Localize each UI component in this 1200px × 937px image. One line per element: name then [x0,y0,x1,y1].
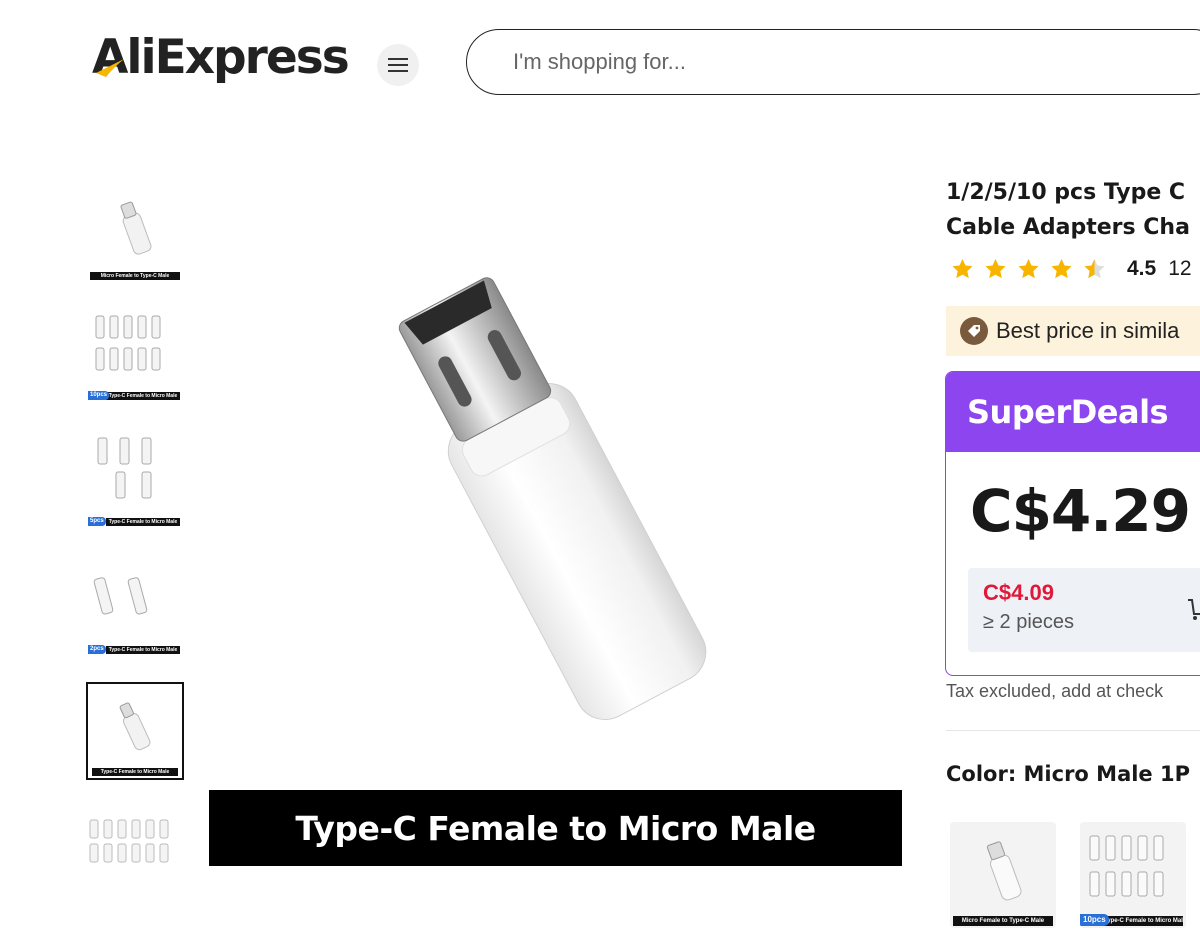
review-count[interactable]: 12 [1168,257,1191,281]
thumbnail-caption: Type-C Female to Micro Male [106,392,180,400]
half-star-icon [1084,259,1105,279]
quantity-badge: 10pcs [1080,914,1109,926]
color-swatch-2[interactable]: Type-C Female to Micro Male 10pcs [1080,822,1186,928]
thumbnail-1[interactable]: Micro Female to Type-C Male [86,184,184,282]
star-icon [1051,259,1072,279]
adapter-thumbnail-image [119,702,151,751]
price-tag-icon [960,317,988,345]
thumbnail-caption: Type-C Female to Micro Male [106,518,180,526]
quantity-badge: 10pcs [88,391,110,400]
adapter-pack-image [97,437,152,499]
thumbnail-caption: Micro Female to Type-C Male [90,272,180,280]
usb-adapter-illustration [398,277,707,720]
star-icon [952,259,973,279]
swatch-caption: Type-C Female to Micro Male [1104,916,1183,926]
superdeals-label: SuperDeals [946,372,1200,452]
adapter-pack-image [89,819,169,863]
thumbnail-4[interactable]: Type-C Female to Micro Male 2pcs [86,558,184,656]
swatch-caption: Micro Female to Type-C Male [953,916,1053,926]
aliexpress-logo[interactable]: AliExpress [92,34,350,81]
adapter-thumbnail-image [120,201,152,255]
star-icon [985,259,1006,279]
star-icon [1018,259,1039,279]
thumbnail-3[interactable]: Type-C Female to Micro Male 5pcs [86,430,184,528]
product-page: AliExpress Micro Female to Type-C Male [0,0,1200,937]
quantity-badge: 2pcs [88,645,106,654]
adapter-swatch-image [986,841,1022,901]
current-price: C$4.29 [970,477,1191,545]
color-selection-label: Color: Micro Male 1P [946,762,1190,786]
divider [946,730,1200,731]
adapter-pack-image [93,577,148,615]
rating-value: 4.5 [1127,257,1157,280]
tier-price: C$4.09 [983,580,1054,605]
quantity-badge: 5pcs [88,517,106,526]
menu-button[interactable] [377,44,419,86]
cart-icon [1188,599,1200,620]
logo-swoosh-icon [96,59,124,77]
tax-note: Tax excluded, add at check [946,681,1164,701]
thumbnail-caption: Type-C Female to Micro Male [92,768,178,776]
adapter-pack-image [1089,835,1164,897]
product-title-line-1: 1/2/5/10 pcs Type C [946,180,1186,205]
search-bar [466,29,1200,95]
search-input[interactable] [513,49,1113,75]
tier-price-card[interactable]: C$4.09 ≥ 2 pieces [968,568,1200,652]
main-image-caption: Type-C Female to Micro Male [209,790,902,866]
adapter-pack-image [95,315,161,371]
thumbnail-caption: Type-C Female to Micro Male [106,646,180,654]
product-rating[interactable]: 4.5 12 [948,257,1192,281]
best-price-banner: Best price in simila [946,306,1200,356]
thumbnail-2[interactable]: Type-C Female to Micro Male 10pcs [86,304,184,402]
best-price-text: Best price in simila [996,318,1180,343]
thumbnail-6[interactable] [86,810,184,866]
main-product-image[interactable] [208,170,902,866]
color-swatch-1[interactable]: Micro Female to Type-C Male [950,822,1056,928]
tier-quantity: ≥ 2 pieces [983,611,1075,633]
thumbnail-5-selected[interactable]: Type-C Female to Micro Male [86,682,184,780]
hamburger-icon [388,58,408,72]
product-title: 1/2/5/10 pcs Type C Cable Adapters Cha [946,175,1200,245]
product-title-line-2: Cable Adapters Cha [946,215,1190,240]
superdeals-box: SuperDeals C$4.29 C$4.09 ≥ 2 pieces [945,371,1200,676]
